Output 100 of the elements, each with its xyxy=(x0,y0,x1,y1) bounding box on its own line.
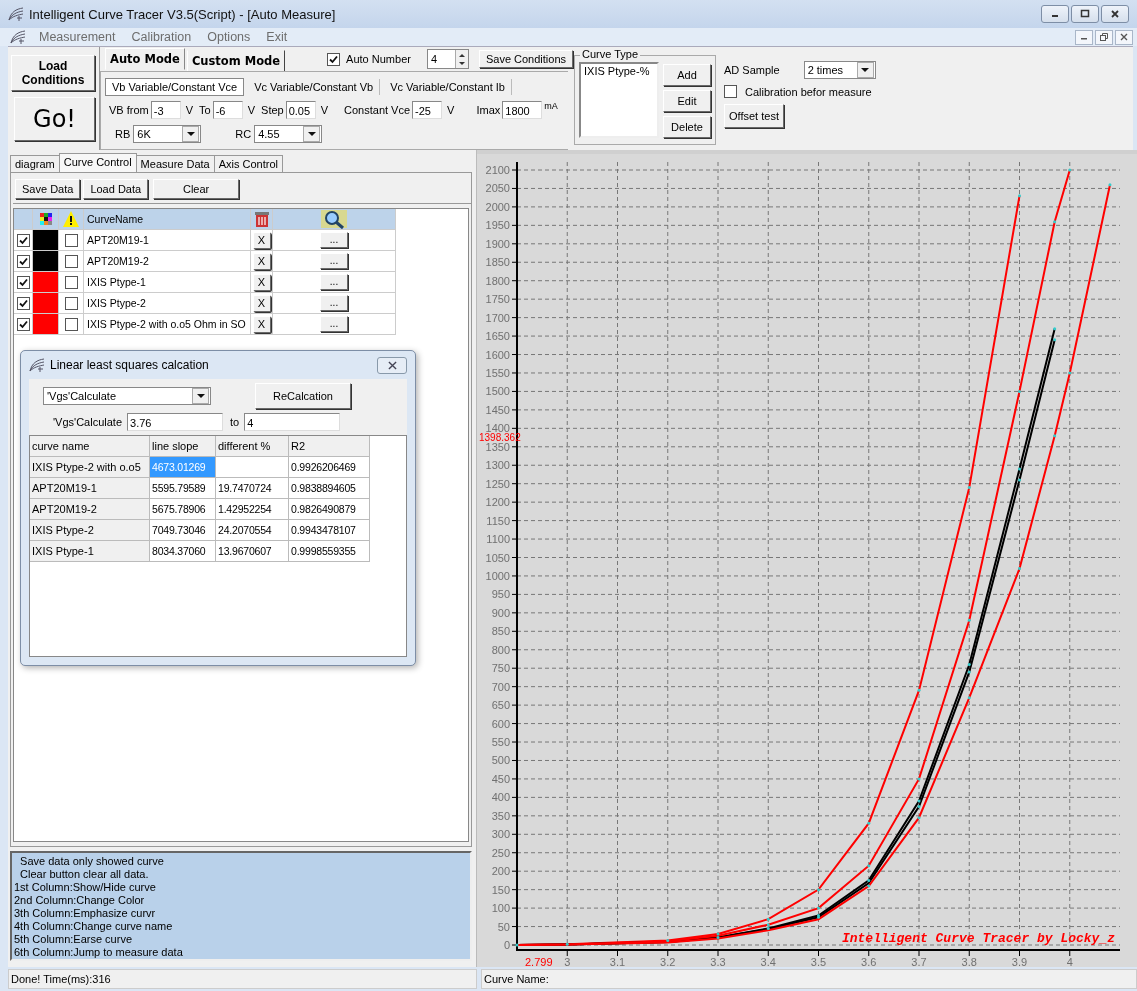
dialog-title: Linear least squares calcation xyxy=(50,358,209,372)
table-cell: 13.9670607 xyxy=(216,541,289,562)
table-cell: IXIS Ptype-2 with o.o5 xyxy=(30,457,150,478)
y-tick-label: 1600 xyxy=(485,348,510,361)
y-tick-label: 500 xyxy=(491,754,510,767)
range-label: 'Vgs'Calculate xyxy=(53,416,122,428)
table-cell: IXIS Ptype-2 xyxy=(30,520,150,541)
table-cell: 0.9943478107 xyxy=(289,520,370,541)
x-tick-label: 3.6 xyxy=(861,956,877,968)
y-tick-label: 0 xyxy=(503,939,510,951)
table-cell: 1.42952254 xyxy=(216,499,289,520)
x-tick-label: 3 xyxy=(564,956,571,968)
x-tick-label: 3.9 xyxy=(1011,956,1028,968)
help-text: 6th Column:Jump to measure data xyxy=(14,946,184,959)
ad-sample-label: AD Sample xyxy=(724,64,780,76)
help-text: 5th Column:Earse curve xyxy=(14,933,133,946)
y-tick-label: 550 xyxy=(491,736,510,748)
y-tick-label: 50 xyxy=(497,920,510,933)
y-tick-label: 850 xyxy=(491,625,510,638)
unit-label: V xyxy=(185,104,194,116)
y-tick-label: 900 xyxy=(491,606,510,619)
field-label: RB xyxy=(115,128,131,140)
help-text: Clear button clear all data. xyxy=(19,868,150,881)
y-tick-label: 700 xyxy=(491,680,510,693)
y-tick-label: 1150 xyxy=(486,514,510,527)
y-tick-label: 1550 xyxy=(485,367,510,379)
y-tick-label: 400 xyxy=(491,791,510,804)
column-header: R2 xyxy=(289,436,370,457)
x-tick-label: 3.4 xyxy=(760,956,776,968)
column-header: different % xyxy=(216,436,289,457)
y-tick-label: 2000 xyxy=(485,200,510,213)
x-tick-label: 3.8 xyxy=(961,956,977,968)
field-label: Constant Vce xyxy=(344,104,411,116)
y-tick-label: 750 xyxy=(491,662,510,675)
x-tick-label: 3.3 xyxy=(710,956,726,968)
column-header: line slope xyxy=(150,436,216,457)
help-text: 2nd Column:Change Color xyxy=(14,894,146,907)
table-cell: 0.9998559355 xyxy=(289,541,370,562)
y-tick-label: 350 xyxy=(491,809,510,822)
y-tick-label: 800 xyxy=(491,643,510,656)
table-cell: 24.2070554 xyxy=(216,520,289,541)
y-tick-label: 1100 xyxy=(486,533,510,546)
table-cell: 0.9926206469 xyxy=(289,457,370,478)
unit-label: V xyxy=(447,104,455,116)
y-tick-label: 1850 xyxy=(485,256,510,269)
help-text: 4th Column:Change curve name xyxy=(14,920,174,933)
y-tick-label: 950 xyxy=(491,588,510,601)
status-text: Curve Name: xyxy=(481,969,1137,989)
y-tick-label: 2100 xyxy=(485,164,510,176)
y-tick-label: 450 xyxy=(491,772,510,785)
window-title: Intelligent Curve Tracer V3.5(Script) - [Auto Measure] xyxy=(29,6,336,22)
y-tick-label: 1800 xyxy=(485,274,510,287)
y-tick-label: 300 xyxy=(491,828,510,841)
to-label: to xyxy=(230,416,240,428)
auto-number-label: Auto Number xyxy=(346,53,411,65)
help-text: 3th Column:Emphasize curvr xyxy=(14,907,157,920)
y-tick-label: 1300 xyxy=(485,459,510,472)
x-tick-label: 3.2 xyxy=(660,956,676,968)
y-tick-label: 1900 xyxy=(485,237,510,250)
unit-label: mA xyxy=(544,101,558,111)
y-tick-label: 1450 xyxy=(485,403,510,416)
help-text: 1st Column:Show/Hide curve xyxy=(14,881,157,894)
y-tick-label: 1950 xyxy=(485,219,510,232)
y-tick-label: 1200 xyxy=(485,496,510,509)
group-title: Curve Type xyxy=(580,48,641,60)
credit-text: Intelligent Curve Tracer by Locky_z xyxy=(841,931,1115,946)
y-tick-label: 600 xyxy=(491,717,510,730)
table-cell: APT20M19-2 xyxy=(30,499,150,520)
y-tick-label: 150 xyxy=(491,883,510,896)
status-text: Done! Time(ms):316 xyxy=(8,969,477,989)
y-tick-label: 1500 xyxy=(485,385,510,398)
field-label: VB from xyxy=(109,104,149,116)
x-tick-label: 3.7 xyxy=(911,956,927,968)
y-tick-label: 650 xyxy=(491,699,510,712)
table-cell: IXIS Ptype-1 xyxy=(30,541,150,562)
y-tick-label: 2050 xyxy=(485,182,510,195)
unit-label: V xyxy=(247,104,256,116)
cursor-value-label: 2.799 xyxy=(525,956,553,968)
x-tick-label: 3.5 xyxy=(810,956,827,968)
x-tick-label: 3.1 xyxy=(609,956,626,968)
y-tick-label: 200 xyxy=(491,865,510,878)
help-text: Save data only showed curve xyxy=(19,855,165,868)
y-tick-label: 1400 xyxy=(485,422,510,435)
field-label: Imax xyxy=(476,104,501,116)
table-cell: 0.9838894605 xyxy=(289,478,370,499)
field-label: RC xyxy=(235,128,252,140)
y-tick-label: 1350 xyxy=(485,440,510,453)
y-tick-label: 1750 xyxy=(485,293,510,306)
column-header: curve name xyxy=(30,436,150,457)
y-tick-label: 250 xyxy=(491,846,510,859)
unit-label: V xyxy=(320,104,329,116)
y-tick-label: 1650 xyxy=(485,330,510,343)
y-tick-label: 100 xyxy=(491,902,510,915)
calibration-label: Calibration befor measure xyxy=(745,85,872,98)
field-label: To xyxy=(199,104,211,116)
y-tick-label: 1000 xyxy=(485,569,510,582)
y-tick-label: 1250 xyxy=(485,477,510,490)
table-cell: APT20M19-1 xyxy=(30,478,150,499)
table-cell: 19.7470724 xyxy=(216,478,289,499)
y-tick-label: 1700 xyxy=(485,311,510,324)
